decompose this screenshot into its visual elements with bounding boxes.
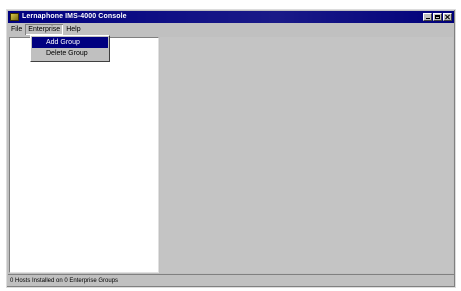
enterprise-menu-dropdown: Add Group Delete Group bbox=[30, 35, 110, 62]
app-icon[interactable] bbox=[10, 13, 19, 21]
add-group-menu-item[interactable]: Add Group bbox=[32, 37, 108, 48]
window-controls bbox=[423, 13, 452, 21]
detail-pane bbox=[160, 37, 453, 273]
enterprise-tree-pane[interactable] bbox=[9, 37, 159, 273]
menu-enterprise[interactable]: Enterprise bbox=[25, 24, 63, 35]
status-bar: 0 Hosts Installed on 0 Enterprise Groups bbox=[8, 274, 454, 286]
menu-bar: File Enterprise Help bbox=[8, 24, 454, 35]
minimize-icon[interactable] bbox=[423, 13, 432, 21]
console-window: Lernaphone IMS-4000 Console File Enterpr… bbox=[6, 9, 456, 288]
close-icon[interactable] bbox=[443, 13, 452, 21]
menu-file[interactable]: File bbox=[8, 24, 25, 35]
title-bar[interactable]: Lernaphone IMS-4000 Console bbox=[8, 11, 454, 23]
delete-group-menu-item[interactable]: Delete Group bbox=[32, 48, 108, 59]
menu-help[interactable]: Help bbox=[63, 24, 83, 35]
maximize-icon[interactable] bbox=[433, 13, 442, 21]
window-title: Lernaphone IMS-4000 Console bbox=[22, 13, 127, 20]
